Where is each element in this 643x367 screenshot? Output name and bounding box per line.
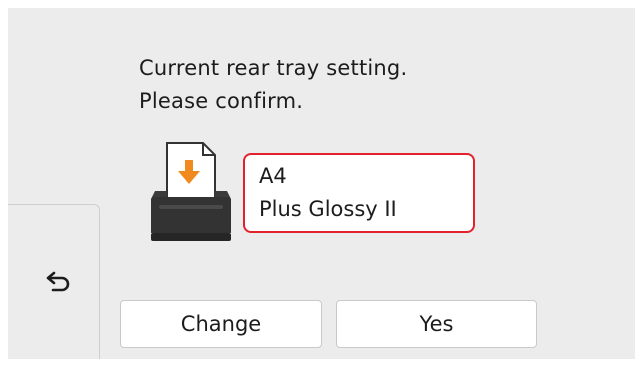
back-button[interactable] <box>8 204 100 359</box>
paper-size-value: A4 <box>259 164 287 188</box>
media-type-value: Plus Glossy II <box>259 197 397 221</box>
message-line-2: Please confirm. <box>139 89 304 113</box>
rear-tray-paper-icon <box>145 141 237 247</box>
paper-setting-box: A4 Plus Glossy II <box>243 153 475 233</box>
change-button[interactable]: Change <box>120 300 322 348</box>
message-line-1: Current rear tray setting. <box>139 56 408 80</box>
yes-button[interactable]: Yes <box>336 300 537 348</box>
confirmation-message: Current rear tray setting. Please confir… <box>139 52 407 118</box>
back-arrow-icon <box>43 271 71 293</box>
